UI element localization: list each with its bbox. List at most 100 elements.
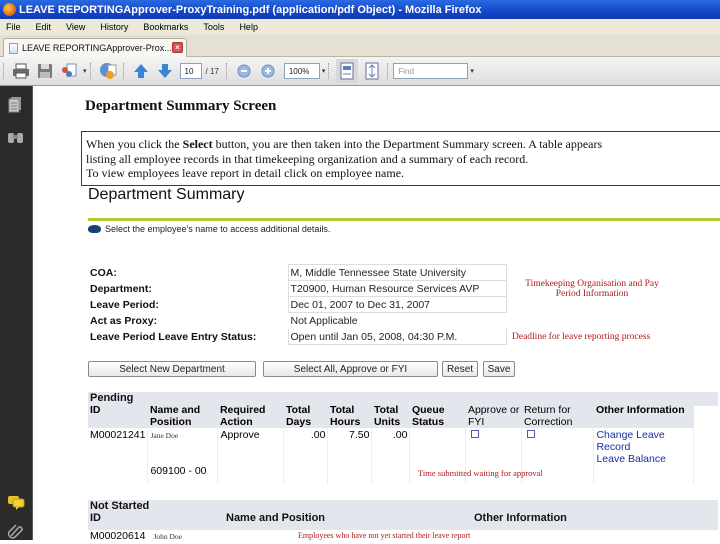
toolbar-divider [89, 63, 93, 79]
close-tab-icon[interactable]: × [172, 42, 183, 53]
info-row: Leave Period: Dec 01, 2007 to Dec 31, 200… [88, 296, 507, 313]
page-heading: Department Summary Screen [85, 98, 277, 114]
save-icon[interactable] [35, 61, 55, 81]
info-row: COA: M, Middle Tennessee State University [88, 264, 507, 281]
menu-edit[interactable]: Edit [36, 22, 52, 32]
pending-header-row: ID Name and Position Required Action Tot… [88, 404, 694, 428]
binoculars-icon[interactable] [7, 128, 24, 145]
zoom-out-icon[interactable] [234, 61, 254, 81]
window-title: LEAVE REPORTINGApprover-ProxyTraining.pd… [19, 3, 482, 16]
zoom-in-icon[interactable] [258, 61, 278, 81]
select-all-approve-button[interactable]: Select All, Approve or FYI [263, 361, 438, 377]
info-value: Not Applicable [290, 314, 358, 327]
required-action: Approve [217, 428, 285, 484]
callout-line-2: listing all employee records in that tim… [86, 151, 529, 166]
tab-strip: LEAVE REPORTINGApprover-Prox... × [0, 35, 720, 57]
info-row: Leave Period Leave Entry Status: Open unt… [88, 328, 507, 345]
save-button[interactable]: Save [483, 361, 515, 377]
menu-history[interactable]: History [100, 22, 128, 32]
info-value: Dec 01, 2007 to Dec 31, 2007 [287, 296, 507, 313]
info-value: Open until Jan 05, 2008, 04:30 P.M. [287, 328, 507, 345]
col-other-information: Other Information [474, 512, 567, 524]
submitted-note: Time submitted waiting for approval [418, 468, 543, 478]
col-total-units: Total Units [371, 404, 410, 428]
fit-width-icon[interactable] [336, 59, 359, 83]
toolbar-divider [122, 63, 126, 79]
next-page-icon[interactable] [155, 61, 175, 81]
not-started-header-row: ID Name and Position Other Information [90, 512, 718, 526]
info-label: Act as Proxy: [90, 314, 158, 327]
find-input[interactable]: Find [393, 63, 469, 79]
find-dropdown-icon[interactable]: ▾ [470, 67, 474, 75]
zoom-dropdown-icon[interactable]: ▾ [322, 67, 326, 75]
not-started-section: Not Started ID Name and Position Other I… [88, 500, 718, 530]
hint-text: Select the employee's name to access add… [105, 224, 331, 234]
leave-balance-link[interactable]: Leave Balance [596, 453, 691, 465]
share-icon[interactable] [59, 61, 79, 81]
department-summary-title: Department Summary [88, 186, 245, 203]
attachments-icon[interactable] [7, 522, 24, 539]
not-started-title: Not Started [90, 500, 150, 512]
pages-icon[interactable] [7, 96, 24, 113]
employee-id: M00021241 [88, 428, 149, 484]
hint-row: Select the employee's name to access add… [88, 224, 330, 234]
menu-view[interactable]: View [66, 22, 85, 32]
employee-id: M00020614 [90, 530, 146, 540]
page-total: / 17 [205, 66, 219, 76]
callout-bold-select: Select [182, 137, 213, 151]
fit-page-icon[interactable] [362, 61, 382, 81]
firefox-icon [3, 3, 16, 16]
info-value: T20900, Human Resource Services AVP [287, 280, 507, 297]
menu-bookmarks[interactable]: Bookmarks [143, 22, 188, 32]
pdf-page: Department Summary Screen When you click… [34, 86, 720, 540]
browser-tab[interactable]: LEAVE REPORTINGApprover-Prox... × [3, 38, 187, 57]
callout-line-1: When you click the Select button, you ar… [86, 137, 720, 152]
col-id: ID [88, 404, 148, 428]
total-days: .00 [283, 428, 329, 484]
col-name-position: Name and Position [147, 404, 218, 428]
deadline-note: Deadline for leave reporting process [512, 332, 651, 342]
employee-name-link[interactable]: John Doe [153, 532, 182, 541]
window-titlebar: LEAVE REPORTINGApprover-ProxyTraining.pd… [0, 0, 720, 19]
page-number-input[interactable]: 10 [179, 63, 202, 79]
menu-file[interactable]: File [6, 22, 21, 32]
comments-icon[interactable] [7, 494, 25, 511]
zoom-level-input[interactable]: 100% [283, 63, 320, 79]
document-icon [9, 42, 18, 54]
col-approve-fyi: Approve or FYI [465, 404, 522, 428]
info-label: Leave Period: [90, 298, 159, 311]
callout-line-3: To view employees leave report in detail… [86, 166, 405, 180]
change-leave-record-link[interactable]: Change Leave Record [596, 429, 691, 453]
toolbar-grip [3, 63, 6, 79]
return-checkbox[interactable] [527, 430, 536, 438]
menu-bar: File Edit View History Bookmarks Tools H… [0, 19, 720, 35]
info-value: M, Middle Tennessee State University [287, 264, 507, 281]
callout-text: button, you are then taken into the Depa… [212, 137, 603, 151]
department-info-table: COA: M, Middle Tennessee State University… [88, 264, 507, 345]
table-row: M00021241 Jane Doe 609100 - 00 Approve .… [88, 428, 695, 484]
info-label: Department: [90, 282, 152, 295]
timekeeping-note: Timekeeping Organisation and Pay Period … [525, 279, 659, 299]
approve-checkbox[interactable] [471, 430, 480, 438]
select-new-department-button[interactable]: Select New Department [88, 361, 256, 377]
menu-tools[interactable]: Tools [203, 22, 224, 32]
employee-name-link[interactable]: Jane Doe [150, 431, 178, 440]
not-started-note: Employees who have not yet started their… [298, 531, 471, 540]
reset-button[interactable]: Reset [442, 361, 478, 377]
info-icon [88, 225, 101, 233]
total-hours: 7.50 [327, 428, 373, 484]
employee-position: 609100 - 00 [150, 465, 207, 477]
name-position-cell: Jane Doe 609100 - 00 [147, 428, 219, 484]
info-label: COA: [90, 266, 117, 279]
share-dropdown-icon[interactable]: ▾ [83, 67, 87, 75]
menu-help[interactable]: Help [239, 22, 258, 32]
col-required-action: Required Action [217, 404, 284, 428]
toolbar-divider [225, 63, 229, 79]
title-divider [88, 218, 720, 221]
pending-table: ID Name and Position Required Action Tot… [88, 404, 695, 484]
previous-page-icon[interactable] [131, 61, 151, 81]
collaborate-icon[interactable] [98, 61, 118, 81]
col-total-hours: Total Hours [327, 404, 372, 428]
table-row: M00020614 John Doe [90, 530, 182, 540]
print-icon[interactable] [11, 61, 31, 81]
